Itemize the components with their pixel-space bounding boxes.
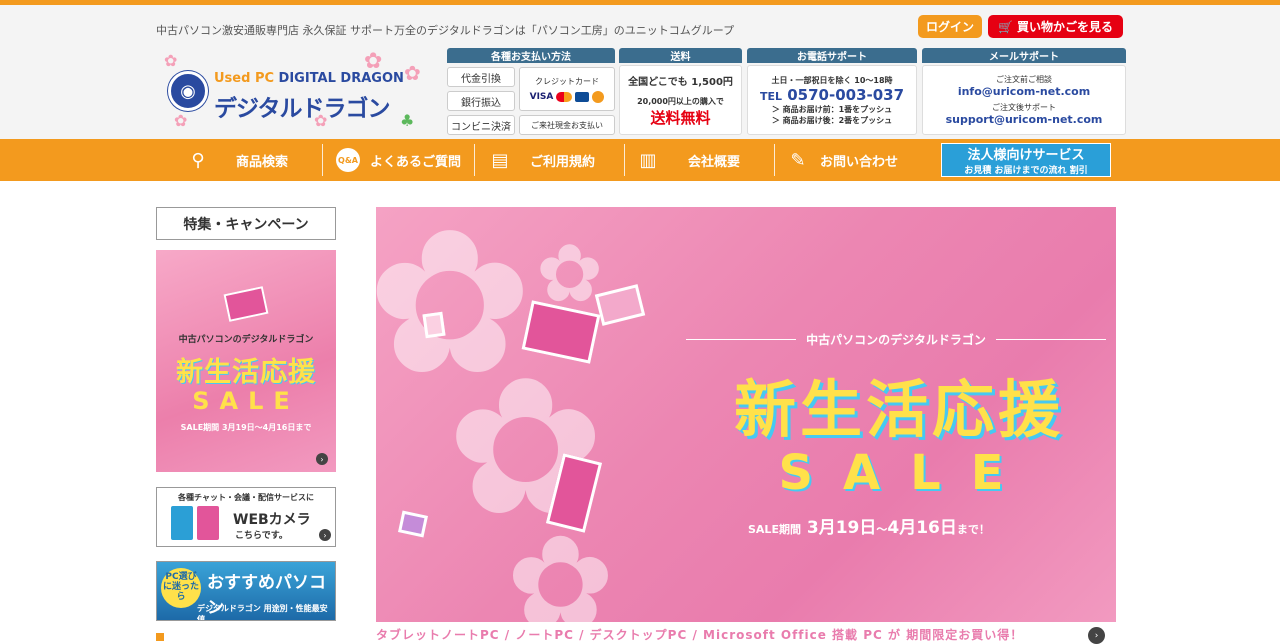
nav-terms[interactable]: ▤ ご利用規約 xyxy=(488,139,595,181)
mail-before-email[interactable]: info@uricom-net.com xyxy=(958,85,1090,98)
nav-contact[interactable]: ✎ お問い合わせ xyxy=(786,139,898,181)
sale-side-brand: 中古パソコンのデジタルドラゴン xyxy=(178,335,314,345)
mail-before-label: ご注文前ご相談 xyxy=(996,75,1052,84)
shipping-header: 送料 xyxy=(619,48,742,63)
phone-hours: 土日・一部祝日を除く 10～18時 xyxy=(771,75,893,85)
phone-before: ＞ 商品お届け前：1番をプッシュ xyxy=(771,104,893,114)
orico-icon xyxy=(592,90,605,103)
payment-convenience[interactable]: コンビニ決済 xyxy=(447,115,515,135)
sale-side-sale: SALE xyxy=(192,387,300,415)
mail-after-label: ご注文後サポート xyxy=(992,103,1056,112)
corp-title: 法人様向けサービス xyxy=(967,148,1085,163)
nav-company-label: 会社概要 xyxy=(688,154,741,170)
hero-main-title: 新生活応援 xyxy=(733,373,1064,446)
payment-store-cash[interactable]: ご来社現金お支払い xyxy=(519,115,615,135)
jcb-icon xyxy=(575,91,590,102)
nav-faq-label: よくあるご質問 xyxy=(370,154,462,170)
corporate-service-button[interactable]: 法人様向けサービス お見積 お届けまでの流れ 割引 xyxy=(941,143,1111,177)
cart-button[interactable]: 🛒 買い物かごを見る xyxy=(988,15,1123,38)
nav-divider xyxy=(624,144,625,176)
site-tagline: 中古パソコン激安通販専門店 永久保証 サポート万全のデジタルドラゴンは「パソコン… xyxy=(156,24,735,37)
visa-icon: VISA xyxy=(529,91,554,102)
shipping-line1: 全国どこでも 1,500円 xyxy=(628,76,733,88)
phone-box: 土日・一部祝日を除く 10～18時 TEL 0570-003-037 ＞ 商品お… xyxy=(747,65,917,135)
dragon-logo-icon: ◉ xyxy=(168,71,208,111)
sidebar-next-item xyxy=(156,633,336,643)
hero-period: SALE期間 3月19日～4月16日まで！ xyxy=(748,518,990,538)
site-logo[interactable]: ✿ ✿ ✿ ✿ ✿ ♣ ◉ Used PC DIGITAL DRAGON デジタ… xyxy=(164,49,440,135)
payment-header: 各種お支払い方法 xyxy=(447,48,615,63)
nav-terms-label: ご利用規約 xyxy=(530,154,596,170)
sidebar-title: 特集・キャンペーン xyxy=(156,207,336,240)
search-icon: ⚲ xyxy=(191,149,205,171)
sakura-decoration-icon: ✿ xyxy=(164,51,178,70)
sale-side-main: 新生活応援 xyxy=(176,357,316,388)
webcam-box-icon xyxy=(171,506,193,540)
sale-side-banner[interactable]: 中古パソコンのデジタルドラゴン 新生活応援 SALE SALE期間 3月19日～… xyxy=(156,250,336,472)
shipping-line2: 20,000円以上の購入で xyxy=(637,96,724,106)
sakura-decoration-icon: ✿ xyxy=(404,61,421,85)
payment-cod[interactable]: 代金引換 xyxy=(447,67,515,87)
qa-icon: Q&A xyxy=(336,148,360,172)
credit-label: クレジットカード xyxy=(535,76,599,86)
webcam-line2: WEBカメラ xyxy=(233,512,311,528)
webcam-banner[interactable]: 各種チャット・会議・配信サービスに WEBカメラ こちらです。 › xyxy=(156,487,336,547)
chevron-right-icon[interactable]: › xyxy=(1088,627,1105,644)
nav-faq[interactable]: Q&A よくあるご質問 xyxy=(336,139,461,181)
phone-number-row[interactable]: TEL 0570-003-037 xyxy=(760,86,904,104)
cart-icon: 🛒 xyxy=(998,19,1013,34)
mail-header: メールサポート xyxy=(922,48,1126,63)
nav-search[interactable]: ⚲ 商品検索 xyxy=(186,139,288,181)
recommend-badge: PC選びに迷ったら xyxy=(161,568,201,608)
shipping-box: 全国どこでも 1,500円 20,000円以上の購入で 送料無料 xyxy=(619,65,742,135)
logo-english: Used PC DIGITAL DRAGON xyxy=(214,71,404,86)
site-header: 中古パソコン激安通販専門店 永久保証 サポート万全のデジタルドラゴンは「パソコン… xyxy=(0,5,1280,139)
logo-japanese: デジタルドラゴン xyxy=(214,96,391,122)
mastercard-icon xyxy=(556,91,573,102)
nav-contact-label: お問い合わせ xyxy=(820,154,899,170)
chevron-right-icon: › xyxy=(316,453,328,465)
hero-sale-text: SALE xyxy=(778,445,1034,501)
main-nav: ⚲ 商品検索 Q&A よくあるご質問 ▤ ご利用規約 ▥ 会社概要 ✎ お問い合… xyxy=(0,139,1280,181)
clover-icon: ♣ xyxy=(400,111,415,130)
contact-icon: ✎ xyxy=(790,149,806,171)
nav-divider xyxy=(474,144,475,176)
nav-search-label: 商品検索 xyxy=(236,154,289,170)
login-button[interactable]: ログイン xyxy=(918,15,982,38)
phone-header: お電話サポート xyxy=(747,48,917,63)
webcam-line3: こちらです。 xyxy=(235,531,288,541)
tablet-illustration xyxy=(422,311,446,339)
mail-box: ご注文前ご相談 info@uricom-net.com ご注文後サポート sup… xyxy=(922,65,1126,135)
building-icon: ▥ xyxy=(639,149,657,171)
webcam-line1: 各種チャット・会議・配信サービスに xyxy=(178,493,314,502)
document-icon: ▤ xyxy=(491,149,509,171)
payment-credit[interactable]: クレジットカード VISA xyxy=(519,67,615,111)
nav-company[interactable]: ▥ 会社概要 xyxy=(636,139,740,181)
nav-divider xyxy=(322,144,323,176)
payment-bank[interactable]: 銀行振込 xyxy=(447,91,515,111)
recommend-sub: デジタルドラゴン 用途別・性能最安値 xyxy=(197,604,328,621)
corp-sub: お見積 お届けまでの流れ 割引 xyxy=(964,166,1088,176)
laptop-illustration xyxy=(223,286,269,322)
sakura-decoration-icon: ✿ xyxy=(174,111,188,130)
card-logos: VISA xyxy=(529,90,605,103)
laptop-illustration xyxy=(397,510,429,538)
nav-divider xyxy=(774,144,775,176)
webcam-box-icon xyxy=(197,506,219,540)
mail-after-email[interactable]: support@uricom-net.com xyxy=(946,113,1103,126)
shipping-free: 送料無料 xyxy=(650,108,711,127)
hero-brand: 中古パソコンのデジタルドラゴン xyxy=(686,331,1107,348)
phone-after: ＞ 商品お届け後：2番をプッシュ xyxy=(771,115,893,125)
cart-button-label: 買い物かごを見る xyxy=(1016,20,1113,34)
recommend-banner[interactable]: PC選びに迷ったら おすすめパソコン デジタルドラゴン 用途別・性能最安値 xyxy=(156,561,336,621)
hero-banner[interactable]: ✿ ✿ ✿ ✿ 中古パソコンのデジタルドラゴン 新生活応援 SALE SALE期… xyxy=(376,207,1116,622)
chevron-right-icon: › xyxy=(319,529,331,541)
sale-side-period: SALE期間 3月19日～4月16日まで xyxy=(180,423,312,432)
